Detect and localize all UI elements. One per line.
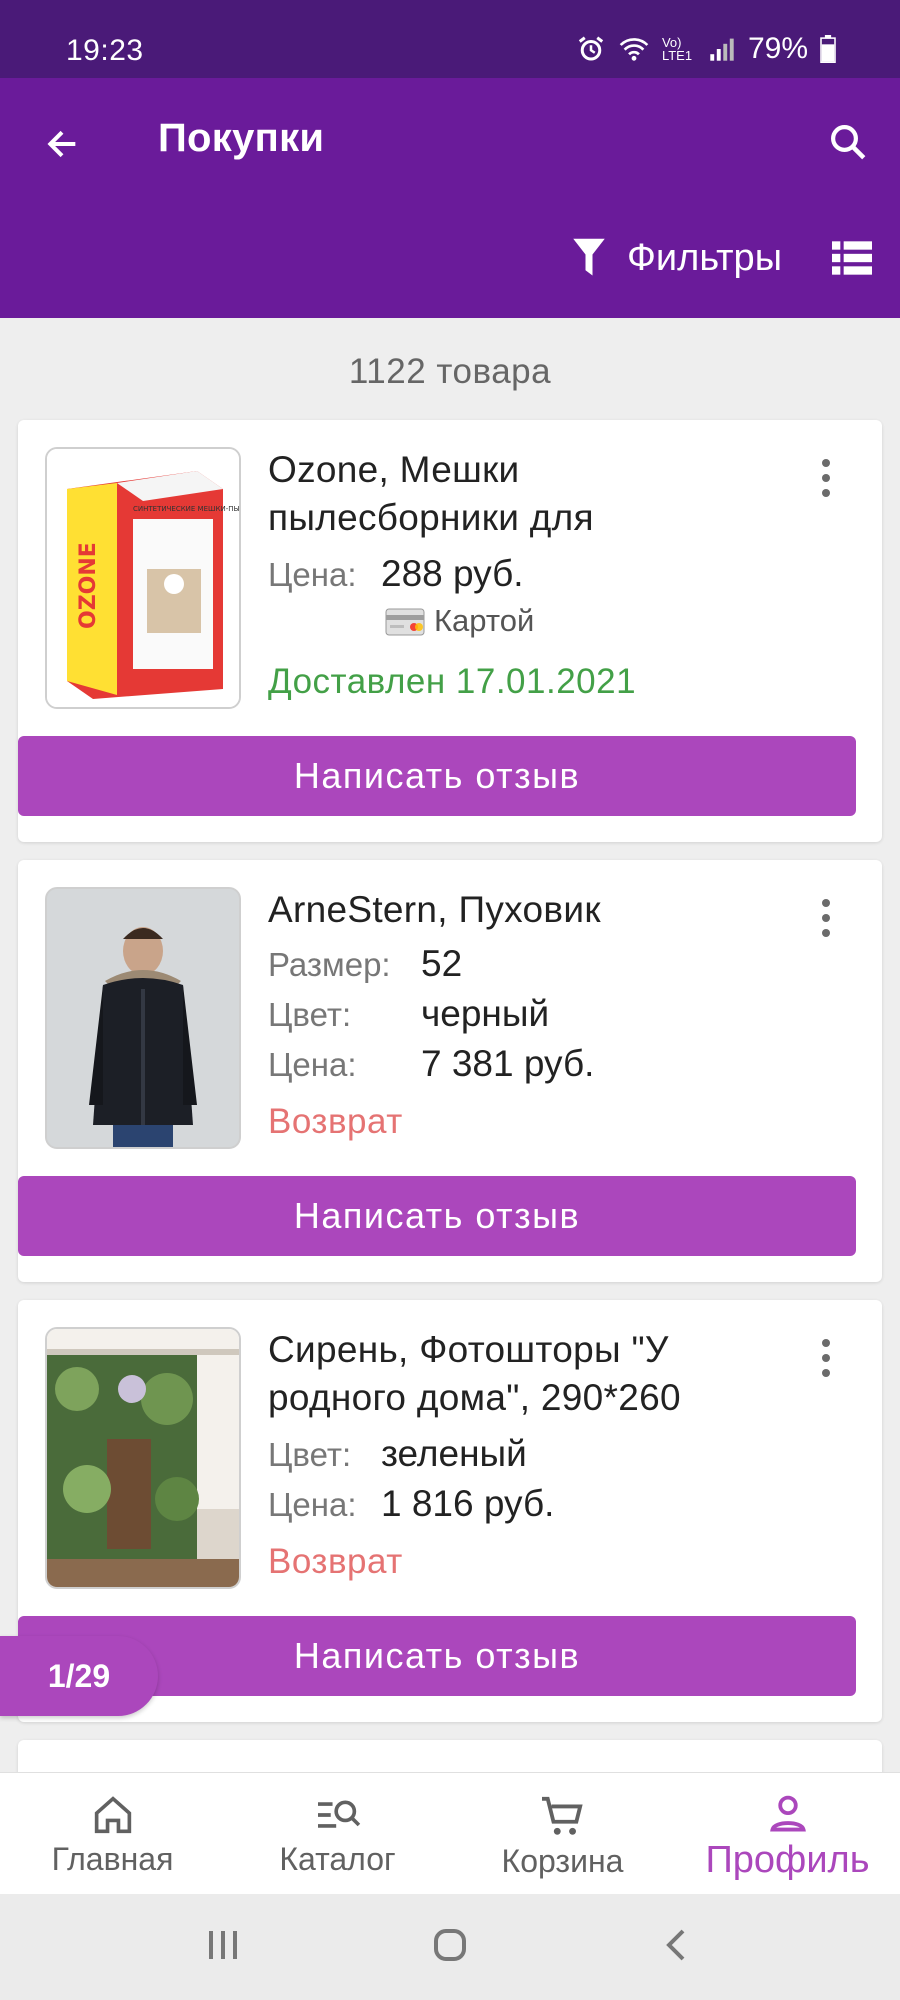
- more-options-button[interactable]: [806, 1330, 846, 1386]
- product-title[interactable]: Сирень, Фотошторы "У родного дома", 290*…: [268, 1326, 788, 1422]
- list-view-icon: [832, 241, 872, 275]
- arrow-back-icon: [47, 130, 76, 158]
- product-title-line: Ozone, Мешки: [268, 449, 520, 490]
- cart-icon: [541, 1796, 583, 1835]
- order-status: Возврат: [268, 1102, 403, 1141]
- color-row: Цвет: черный: [268, 993, 549, 1035]
- battery-icon: [820, 35, 836, 63]
- color-value: зеленый: [381, 1433, 527, 1474]
- back-system-icon: [665, 1929, 685, 1960]
- nav-cart-label: Корзина: [501, 1843, 624, 1879]
- nav-catalog-label: Каталог: [279, 1841, 396, 1877]
- price-label: Цена:: [268, 1486, 357, 1523]
- payment-method: Картой: [384, 603, 534, 639]
- status-icons: Vo) LTE1 79%: [576, 32, 836, 66]
- product-title-line: пылесборники для: [268, 497, 594, 538]
- nav-profile[interactable]: Профиль: [675, 1773, 900, 1894]
- price-value: 288 руб.: [381, 553, 524, 594]
- filters-button[interactable]: Фильтры: [571, 228, 782, 288]
- status-bar: 19:23 Vo) LTE1 79%: [0, 0, 900, 78]
- card-payment-icon: [385, 608, 425, 636]
- back-button[interactable]: [36, 118, 88, 170]
- page-title: Покупки: [158, 116, 325, 160]
- order-status: Доставлен 17.01.2021: [268, 662, 637, 701]
- product-title[interactable]: Ozone, Мешки пылесборники для: [268, 446, 788, 542]
- price-value: 7 381 руб.: [421, 1043, 595, 1084]
- product-title-line: Сирень, Фотошторы "У: [268, 1329, 669, 1370]
- product-title-line: родного дома", 290*260: [268, 1377, 681, 1418]
- size-value: 52: [421, 943, 463, 984]
- home-icon: [94, 1796, 131, 1834]
- order-card[interactable]: OZONE СИНТЕТИЧЕСКИЕ МЕШКИ-ПЫЛЕСБОРНИКИ O…: [18, 420, 882, 842]
- nav-home[interactable]: Главная: [0, 1773, 225, 1894]
- app-bar: Покупки Фильтры: [0, 78, 900, 318]
- product-image-curtains[interactable]: [45, 1327, 241, 1589]
- price-value: 1 816 руб.: [381, 1483, 555, 1524]
- color-label: Цвет:: [268, 996, 352, 1033]
- price-label: Цена:: [268, 556, 357, 593]
- home-system-button[interactable]: [430, 1925, 470, 1970]
- status-time: 19:23: [66, 34, 144, 67]
- color-value: черный: [421, 993, 550, 1034]
- filter-icon: [573, 238, 605, 276]
- more-options-button[interactable]: [806, 450, 846, 506]
- recent-apps-button[interactable]: [203, 1925, 243, 1970]
- filters-label: Фильтры: [627, 236, 782, 279]
- size-row: Размер: 52: [268, 943, 462, 985]
- nav-profile-label: Профиль: [705, 1839, 870, 1881]
- color-label: Цвет:: [268, 1436, 352, 1473]
- nav-cart[interactable]: Корзина: [450, 1773, 675, 1894]
- back-system-button[interactable]: [657, 1925, 697, 1970]
- product-title-line: ArneStern, Пуховик: [268, 889, 601, 930]
- product-title[interactable]: ArneStern, Пуховик: [268, 886, 788, 934]
- order-status: Возврат: [268, 1542, 403, 1581]
- home-system-icon: [433, 1928, 466, 1961]
- nav-catalog[interactable]: Каталог: [225, 1773, 450, 1894]
- size-label: Размер:: [268, 946, 391, 983]
- recent-apps-icon: [209, 1930, 238, 1959]
- alarm-icon: [578, 36, 604, 61]
- list-view-button[interactable]: [830, 236, 874, 280]
- search-button[interactable]: [820, 114, 876, 170]
- product-image-jacket[interactable]: [45, 887, 241, 1149]
- product-image-vacuum-bags[interactable]: OZONE СИНТЕТИЧЕСКИЕ МЕШКИ-ПЫЛЕСБОРНИКИ: [45, 447, 241, 709]
- write-review-button[interactable]: Написать отзыв: [18, 736, 856, 816]
- profile-icon: [769, 1795, 806, 1832]
- search-icon: [831, 125, 866, 160]
- price-label: Цена:: [268, 1046, 357, 1083]
- price-row: Цена: 288 руб.: [268, 553, 524, 595]
- page-indicator: 1/29: [0, 1636, 158, 1716]
- items-count: 1122 товара: [348, 352, 552, 391]
- price-row: Цена: 7 381 руб.: [268, 1043, 594, 1085]
- price-row: Цена: 1 816 руб.: [268, 1483, 554, 1525]
- bottom-nav: Главная Каталог Корзина Профиль: [0, 1772, 900, 1894]
- image-caption-text: СИНТЕТИЧЕСКИЕ МЕШКИ-ПЫЛЕСБОРНИКИ: [133, 505, 239, 513]
- image-brand-text: OZONE: [76, 542, 101, 629]
- color-row: Цвет: зеленый: [268, 1433, 527, 1475]
- wifi-icon: [619, 38, 649, 61]
- system-nav-bar: [0, 1894, 900, 2000]
- more-options-button[interactable]: [806, 890, 846, 946]
- payment-label: Картой: [434, 603, 535, 638]
- nav-home-label: Главная: [51, 1841, 174, 1877]
- battery-percent: 79%: [747, 32, 808, 65]
- write-review-button[interactable]: Написать отзыв: [18, 1176, 856, 1256]
- network-label: Vo) LTE1: [661, 35, 693, 63]
- catalog-search-icon: [317, 1800, 360, 1828]
- signal-icon: [710, 38, 734, 61]
- order-card[interactable]: ArneStern, Пуховик Размер: 52 Цвет: черн…: [18, 860, 882, 1282]
